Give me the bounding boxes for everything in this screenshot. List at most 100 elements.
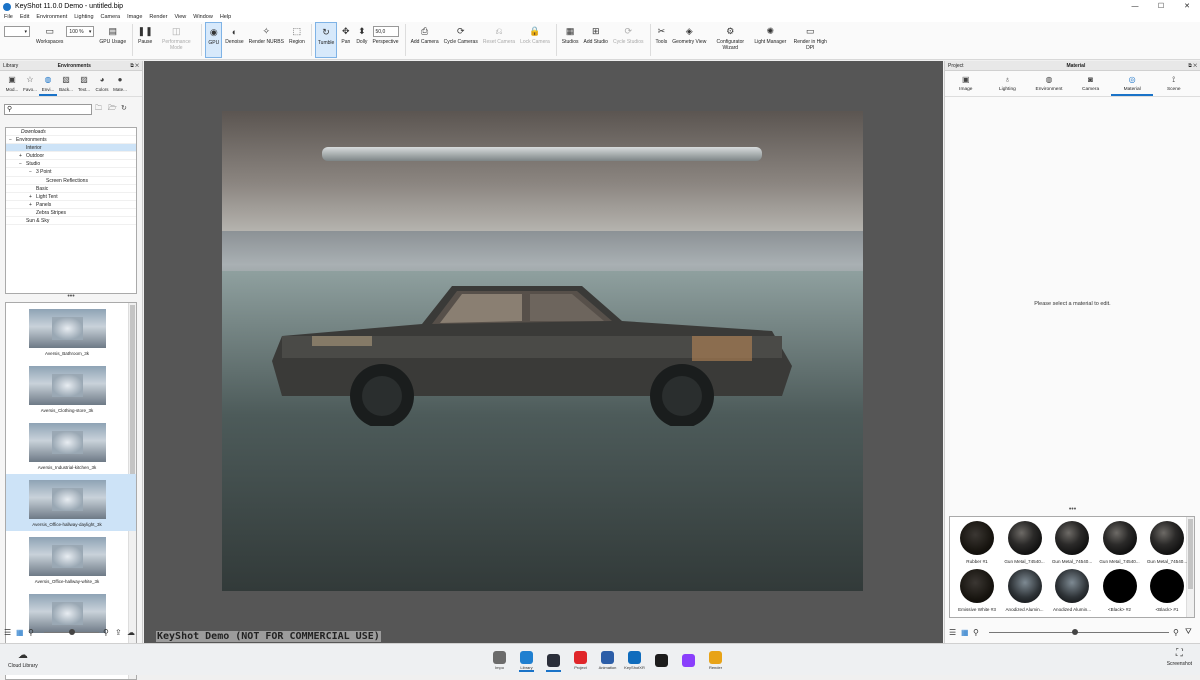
toolbar-performance-mode-button[interactable]: ◫ Performance Mode	[155, 22, 197, 58]
toolbar-light-manager-button[interactable]: ✺ Light Manager	[752, 22, 788, 58]
material-thumbnail[interactable]: <Black> #1	[1144, 569, 1190, 612]
toolbar-cycle-cameras-button[interactable]: ⟳ Cycle Cameras	[442, 22, 480, 58]
toolbar-gpu-usage-button[interactable]: ▤ GPU Usage	[97, 22, 128, 58]
tree-item[interactable]: Zebra Stripes	[6, 209, 136, 218]
menu-item-file[interactable]: File	[4, 13, 13, 22]
toolbar-region-button[interactable]: ⬚ Region	[287, 22, 307, 58]
render-viewport[interactable]: KeyShot Demo (NOT FOR COMMERCIAL USE)	[144, 61, 943, 643]
zoom-out-icon[interactable]: ⚲	[973, 628, 983, 637]
tree-toggle-icon[interactable]: −	[19, 160, 26, 168]
tree-item[interactable]: Basic	[6, 185, 136, 193]
material-thumbnail[interactable]: Rubber #1	[954, 521, 1000, 564]
slider-knob[interactable]	[1071, 629, 1078, 635]
material-thumbnail[interactable]: Gun Metal_74540...	[1097, 521, 1143, 564]
menu-item-lighting[interactable]: Lighting	[74, 13, 93, 22]
menu-item-edit[interactable]: Edit	[20, 13, 29, 22]
material-thumbnail[interactable]: Gun Metal_74540...	[1049, 521, 1095, 564]
splitter-handle[interactable]: •••	[945, 506, 1200, 513]
library-search-input[interactable]: ⚲	[4, 103, 92, 115]
toolbar-workspaces-button[interactable]: ▭ Workspaces	[34, 22, 65, 58]
list-view-icon[interactable]: ☰	[4, 628, 14, 637]
filter-icon[interactable]: ⛛	[1185, 627, 1195, 637]
tree-toggle-icon[interactable]: +	[19, 152, 26, 160]
toolbar-tumble-button[interactable]: ↻ Tumble	[314, 22, 338, 58]
ribbon-button-8[interactable]: Render	[704, 649, 727, 672]
toolbar-gpu-button[interactable]: ◉ GPU	[205, 22, 223, 58]
zoom-in-icon[interactable]: ⚲	[103, 628, 113, 637]
folder-add-icon[interactable]: 🗀	[95, 104, 105, 114]
menu-item-camera[interactable]: Camera	[101, 13, 121, 22]
library-tab-1[interactable]: ☆ Favo...	[21, 71, 39, 96]
material-thumbnail[interactable]: Gun Metal_74540...	[1002, 521, 1048, 564]
toolbar-lock-camera-button[interactable]: 🔒 Lock Camera	[518, 22, 552, 58]
menu-item-view[interactable]: View	[174, 13, 186, 22]
tree-item[interactable]: Screen Reflections	[6, 177, 136, 185]
upload-icon[interactable]: ⇪	[115, 628, 125, 637]
material-thumbnail[interactable]: Gun Metal_74540...	[1144, 521, 1190, 564]
project-tab-scene[interactable]: ⟟ Scene	[1153, 71, 1195, 96]
project-tab-material[interactable]: ◎ Material	[1111, 71, 1153, 96]
environment-thumbnail[interactable]: Aversis_Clothing-store_3k	[6, 360, 136, 417]
environment-thumbnail[interactable]: Aversis_Bathroom_3k	[6, 303, 136, 360]
tree-item[interactable]: Interior	[6, 144, 136, 153]
slider-knob[interactable]	[68, 629, 75, 635]
project-tab-camera[interactable]: ◙ Camera	[1070, 71, 1112, 96]
ribbon-button-5[interactable]: KeyShotXR	[623, 649, 646, 672]
screenshot-button[interactable]: ⛶ Screenshot	[1167, 648, 1192, 667]
toolbar-geometry-view-button[interactable]: ◈ Geometry View	[670, 22, 708, 58]
menu-item-help[interactable]: Help	[220, 13, 231, 22]
folder-icon[interactable]: 🗁	[108, 104, 118, 114]
maximize-button[interactable]: ☐	[1148, 0, 1174, 13]
minimize-button[interactable]: —	[1122, 0, 1148, 13]
ribbon-button-6[interactable]	[650, 649, 673, 672]
ribbon-button-7[interactable]	[677, 649, 700, 672]
toolbar-add-studio-button[interactable]: ⊞ Add Studio	[581, 22, 609, 58]
list-view-icon[interactable]: ☰	[949, 628, 959, 637]
tree-toggle-icon[interactable]: +	[29, 193, 36, 201]
tree-item[interactable]: + Panels	[6, 201, 136, 209]
toolbar-pause-button[interactable]: ❚❚ Pause	[136, 22, 154, 58]
menu-item-environment[interactable]: Environment	[36, 13, 67, 22]
zoom-in-icon[interactable]: ⚲	[1173, 628, 1183, 637]
cloud-library-button[interactable]: ☁ Cloud Library	[8, 650, 38, 669]
project-tab-environment[interactable]: ◍ Environment	[1028, 71, 1070, 96]
toolbar-configurator-wizard-button[interactable]: ⚙ Configurator Wizard	[709, 22, 751, 58]
undock-icon[interactable]: ⧉	[1188, 63, 1192, 69]
real-time-render[interactable]	[222, 111, 863, 591]
library-tab-3[interactable]: ▧ Back...	[57, 71, 75, 96]
tree-item[interactable]: − Studio	[6, 160, 136, 169]
toolbar-perspective-button[interactable]: 50,0 Perspective	[370, 22, 400, 58]
tree-item[interactable]: + Outdoor	[6, 152, 136, 161]
undock-icon[interactable]: ⧉	[130, 63, 134, 69]
ribbon-button-4[interactable]: Animation	[596, 649, 619, 672]
material-thumbnail[interactable]: <Black> #2	[1097, 569, 1143, 612]
zoom-out-icon[interactable]: ⚲	[28, 628, 38, 637]
library-tab-0[interactable]: ▣ Mod...	[3, 71, 21, 96]
grid-view-icon[interactable]: ▦	[961, 628, 971, 637]
cloud-download-icon[interactable]: ☁	[127, 628, 137, 637]
ribbon-button-0[interactable]: Impo	[488, 649, 511, 672]
tree-item[interactable]: Downloads	[6, 128, 136, 137]
car-model[interactable]	[272, 266, 792, 426]
material-thumbnail[interactable]: Anodized Alumin...	[1049, 569, 1095, 612]
toolbar-dolly-button[interactable]: ⬍ Dolly	[354, 22, 369, 58]
perspective-input[interactable]: 50,0	[372, 26, 399, 37]
material-size-slider[interactable]	[989, 629, 1169, 635]
material-thumbnail[interactable]: Anodized Alumin...	[1002, 569, 1048, 612]
tree-toggle-icon[interactable]: −	[29, 168, 36, 176]
library-tab-5[interactable]: ◕ Colors	[93, 71, 111, 96]
refresh-icon[interactable]: ↻	[121, 104, 131, 114]
project-tab-lighting[interactable]: ♁ Lighting	[987, 71, 1029, 96]
library-tab-6[interactable]: ● Mate...	[111, 71, 129, 96]
tree-item[interactable]: + Light Tent	[6, 193, 136, 201]
thumbnail-size-slider[interactable]	[44, 629, 99, 635]
workspace-select[interactable]: ▾	[4, 26, 30, 37]
ribbon-button-2[interactable]	[542, 649, 565, 672]
ribbon-button-1[interactable]: Library	[515, 649, 538, 672]
splitter-handle[interactable]: •••	[0, 293, 142, 300]
tree-item[interactable]: Sun & Sky	[6, 217, 136, 226]
toolbar-add-camera-button[interactable]: ⎙ Add Camera	[409, 22, 441, 58]
library-tab-2[interactable]: ◍ Envi...	[39, 71, 57, 96]
library-tab-4[interactable]: ▨ Text...	[75, 71, 93, 96]
menu-item-window[interactable]: Window	[193, 13, 213, 22]
